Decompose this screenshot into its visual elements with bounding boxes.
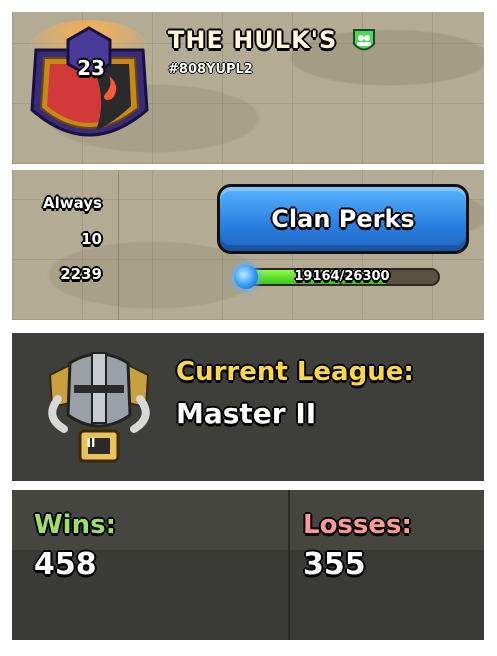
clan-xp-text: 19164/26300 bbox=[294, 269, 390, 284]
stat-value: 10 bbox=[81, 230, 102, 248]
clan-header-panel: 23 THE HULK'S #808YUPL2 bbox=[12, 12, 484, 164]
league-title: Current League: bbox=[176, 357, 414, 387]
clan-badge-icon bbox=[29, 20, 149, 137]
people-icon bbox=[353, 29, 375, 51]
losses-label: Losses: bbox=[303, 510, 412, 540]
divider bbox=[288, 490, 290, 640]
divider bbox=[118, 170, 119, 320]
stat-value: Always bbox=[43, 194, 102, 212]
losses-value: 355 bbox=[303, 547, 366, 582]
clan-stats-panel: Always 10 2239 Clan Perks 19164/26300 bbox=[12, 170, 484, 320]
wins-value: 458 bbox=[34, 547, 97, 582]
clan-perks-button[interactable]: Clan Perks bbox=[217, 184, 469, 254]
clan-name: THE HULK'S bbox=[168, 26, 338, 54]
clan-tag: #808YUPL2 bbox=[168, 62, 253, 77]
clan-level: 23 bbox=[77, 56, 105, 80]
clan-perks-label: Clan Perks bbox=[271, 205, 415, 233]
league-name: Master II bbox=[176, 397, 317, 430]
wins-label: Wins: bbox=[34, 510, 116, 540]
stat-value: 2239 bbox=[60, 265, 102, 283]
league-panel: II Current League: Master II bbox=[12, 333, 484, 481]
league-badge-numeral: II bbox=[86, 436, 96, 450]
record-panel: Wins: 458 Losses: 355 bbox=[12, 490, 484, 640]
